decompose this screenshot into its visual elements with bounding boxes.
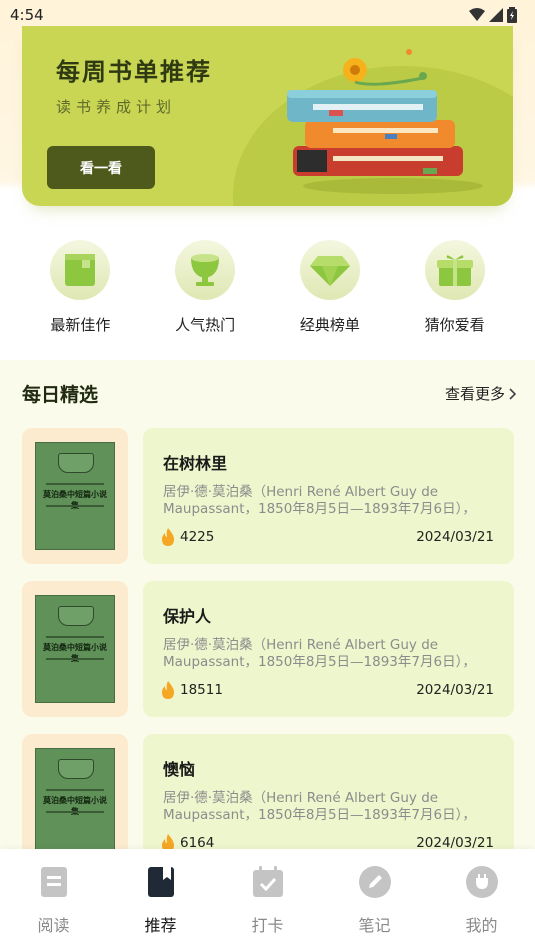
book-date: 2024/03/21 [416, 529, 494, 545]
book-card[interactable]: 保护人 居伊·德·莫泊桑（Henri René Albert Guy de Ma… [143, 581, 514, 717]
tab-label: 阅读 [37, 916, 70, 935]
book-description: 居伊·德·莫泊桑（Henri René Albert Guy de Maupas… [163, 484, 476, 517]
category-label: 猜你爱看 [424, 316, 485, 334]
category-row: 最新佳作 人气热门 经典榜单 猜你爱看 [0, 240, 535, 340]
book-cover: 莫泊桑中短篇小说集 [35, 748, 115, 856]
signal-icon [489, 8, 503, 22]
category-popular[interactable]: 人气热门 [150, 240, 260, 340]
book-meta: 4225 2024/03/21 [161, 528, 494, 546]
bottom-tab-bar: 阅读 推荐 打卡 笔记 我的 [0, 849, 535, 951]
cover-title: 莫泊桑中短篇小说集 [43, 490, 107, 510]
book-box-icon [65, 254, 96, 286]
category-icon-wrap [299, 240, 360, 300]
category-label: 人气热门 [175, 316, 236, 334]
view-more-link[interactable]: 查看更多 [445, 383, 517, 404]
cover-rule [46, 658, 104, 660]
status-time: 4:54 [10, 6, 44, 24]
cover-rule [46, 811, 104, 813]
flame-icon [162, 528, 174, 546]
tab-profile[interactable]: 我的 [442, 849, 522, 951]
cover-rule [46, 789, 104, 791]
book-description: 居伊·德·莫泊桑（Henri René Albert Guy de Maupas… [163, 637, 476, 670]
book-description: 居伊·德·莫泊桑（Henri René Albert Guy de Maupas… [163, 790, 476, 823]
book-card[interactable]: 在树林里 居伊·德·莫泊桑（Henri René Albert Guy de M… [143, 428, 514, 564]
list-item[interactable]: 莫泊桑中短篇小说集 在树林里 居伊·德·莫泊桑（Henri René Alber… [22, 428, 514, 564]
tab-label: 笔记 [358, 916, 391, 935]
pencil-icon [357, 864, 393, 900]
category-label: 经典榜单 [299, 316, 360, 334]
category-icon-wrap [175, 240, 236, 300]
gift-icon [436, 255, 473, 286]
cover-title: 莫泊桑中短篇小说集 [43, 643, 107, 663]
category-latest[interactable]: 最新佳作 [25, 240, 135, 340]
tab-notes[interactable]: 笔记 [335, 849, 415, 951]
flame-icon [162, 681, 174, 699]
cover-title: 莫泊桑中短篇小说集 [43, 796, 107, 816]
status-icons [469, 7, 517, 23]
cover-rule [46, 636, 104, 638]
cover-emblem [58, 606, 94, 626]
book-title: 保护人 [163, 607, 212, 626]
hot-value: 4225 [180, 529, 215, 545]
book-cover-frame: 莫泊桑中短篇小说集 [22, 428, 128, 564]
wifi-icon [469, 8, 485, 21]
cover-emblem [58, 759, 94, 779]
profile-icon [464, 864, 500, 900]
tab-recommend[interactable]: 推荐 [121, 849, 201, 951]
category-icon-wrap [50, 240, 111, 300]
section-title: 每日精选 [22, 384, 99, 406]
book-cover-frame: 莫泊桑中短篇小说集 [22, 581, 128, 717]
tab-label: 我的 [465, 916, 498, 935]
banner-subtitle: 读书养成计划 [56, 98, 177, 116]
banner-view-button[interactable]: 看一看 [47, 146, 155, 189]
book-meta: 18511 2024/03/21 [161, 681, 494, 699]
book-cover: 莫泊桑中短篇小说集 [35, 595, 115, 703]
view-more-label: 查看更多 [444, 385, 505, 403]
calendar-check-icon [250, 864, 286, 900]
diamond-icon [309, 256, 350, 286]
book-list: 莫泊桑中短篇小说集 在树林里 居伊·德·莫泊桑（Henri René Alber… [22, 428, 514, 887]
cover-emblem [58, 453, 94, 473]
book-title: 在树林里 [163, 454, 228, 473]
book-date: 2024/03/21 [416, 682, 494, 698]
tab-checkin[interactable]: 打卡 [228, 849, 308, 951]
category-classic[interactable]: 经典榜单 [275, 240, 385, 340]
tab-label: 打卡 [251, 916, 284, 935]
book-stack-illustration [287, 49, 483, 194]
category-label: 最新佳作 [50, 316, 111, 334]
bookmark-icon [143, 864, 179, 900]
cover-rule [46, 483, 104, 485]
book-cover: 莫泊桑中短篇小说集 [35, 442, 115, 550]
document-icon [36, 864, 72, 900]
category-guess[interactable]: 猜你爱看 [400, 240, 510, 340]
category-icon-wrap [424, 240, 485, 300]
tab-read[interactable]: 阅读 [14, 849, 94, 951]
trophy-icon [191, 254, 220, 286]
hot-count: 18511 [161, 681, 223, 699]
battery-icon [507, 7, 517, 23]
list-item[interactable]: 莫泊桑中短篇小说集 保护人 居伊·德·莫泊桑（Henri René Albert… [22, 581, 514, 717]
hot-value: 18511 [180, 682, 223, 698]
weekly-booklist-banner[interactable]: 每周书单推荐 读书养成计划 看一看 [22, 26, 513, 206]
daily-picks-header: 每日精选 查看更多 [22, 380, 517, 407]
banner-title: 每周书单推荐 [56, 57, 212, 86]
hot-count: 4225 [161, 528, 214, 546]
tab-label: 推荐 [144, 916, 177, 935]
chevron-right-icon [509, 387, 517, 400]
cover-rule [46, 505, 104, 507]
book-title: 懊恼 [163, 760, 196, 779]
